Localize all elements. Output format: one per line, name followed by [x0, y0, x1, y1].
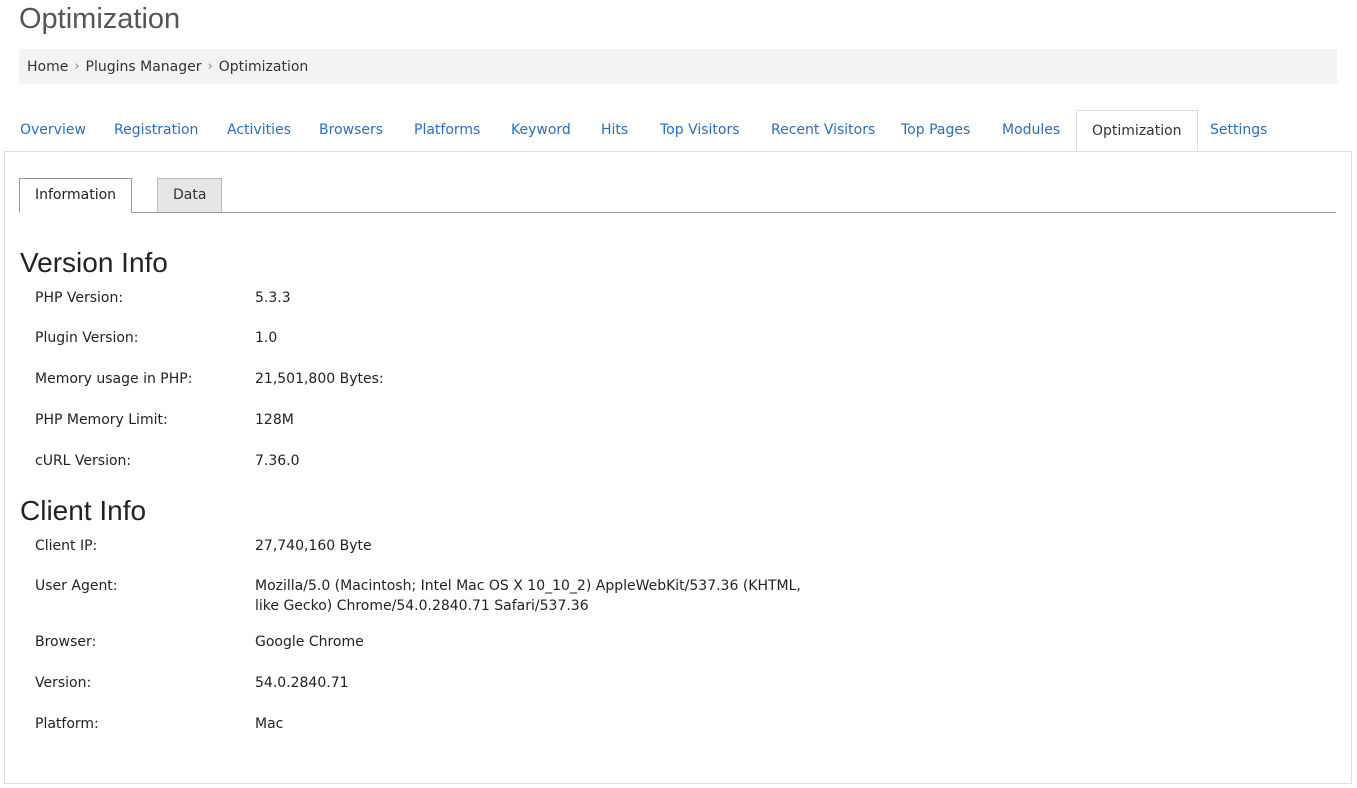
- info-label: PHP Version:: [35, 290, 124, 306]
- info-value: 128M: [255, 412, 294, 428]
- page-title: Optimization: [19, 3, 181, 35]
- info-value: 21,501,800 Bytes:: [255, 371, 384, 387]
- info-label: User Agent:: [35, 578, 118, 594]
- client-info-heading: Client Info: [20, 495, 147, 526]
- tab-recent-visitors[interactable]: Recent Visitors: [771, 110, 875, 151]
- info-value: Google Chrome: [255, 634, 364, 650]
- subtab-data[interactable]: Data: [157, 178, 223, 212]
- tab-optimization[interactable]: Optimization: [1076, 110, 1198, 151]
- tab-platforms[interactable]: Platforms: [414, 110, 480, 151]
- chevron-right-icon: ›: [74, 59, 80, 74]
- version-info-heading: Version Info: [20, 247, 168, 278]
- main-tab-bar: Overview Registration Activities Browser…: [4, 110, 1352, 152]
- info-value: 54.0.2840.71: [255, 675, 349, 691]
- info-value: 5.3.3: [255, 290, 291, 306]
- info-value: Mac: [255, 716, 284, 732]
- tab-registration[interactable]: Registration: [114, 110, 198, 151]
- tab-hits[interactable]: Hits: [601, 110, 628, 151]
- breadcrumb-plugins-manager[interactable]: Plugins Manager: [86, 59, 202, 75]
- tab-keyword[interactable]: Keyword: [511, 110, 571, 151]
- info-value: Mozilla/5.0 (Macintosh; Intel Mac OS X 1…: [255, 578, 801, 614]
- info-value: 27,740,160 Byte: [255, 538, 372, 554]
- info-label: Platform:: [35, 716, 99, 732]
- breadcrumb-current: Optimization: [218, 58, 309, 75]
- chevron-right-icon: ›: [207, 59, 213, 74]
- tab-top-pages[interactable]: Top Pages: [901, 110, 970, 151]
- info-value: 1.0: [255, 330, 278, 346]
- info-label: Plugin Version:: [35, 330, 139, 346]
- info-label: Browser:: [35, 634, 97, 650]
- tab-settings[interactable]: Settings: [1210, 110, 1267, 151]
- info-value: 7.36.0: [255, 453, 300, 469]
- info-label: Memory usage in PHP:: [35, 371, 193, 387]
- tab-browsers[interactable]: Browsers: [319, 110, 383, 151]
- info-label: PHP Memory Limit:: [35, 412, 168, 428]
- info-label: cURL Version:: [35, 453, 132, 469]
- tab-modules[interactable]: Modules: [1002, 110, 1060, 151]
- tab-activities[interactable]: Activities: [227, 110, 291, 151]
- sub-tab-bar: Information Data: [19, 178, 1336, 213]
- info-label: Client IP:: [35, 538, 98, 554]
- tab-top-visitors[interactable]: Top Visitors: [660, 110, 740, 151]
- breadcrumb: Home › Plugins Manager › Optimization: [19, 49, 1337, 84]
- subtab-information[interactable]: Information: [19, 178, 133, 213]
- tab-overview[interactable]: Overview: [20, 110, 86, 151]
- info-label: Version:: [35, 675, 92, 691]
- breadcrumb-home[interactable]: Home: [27, 59, 68, 75]
